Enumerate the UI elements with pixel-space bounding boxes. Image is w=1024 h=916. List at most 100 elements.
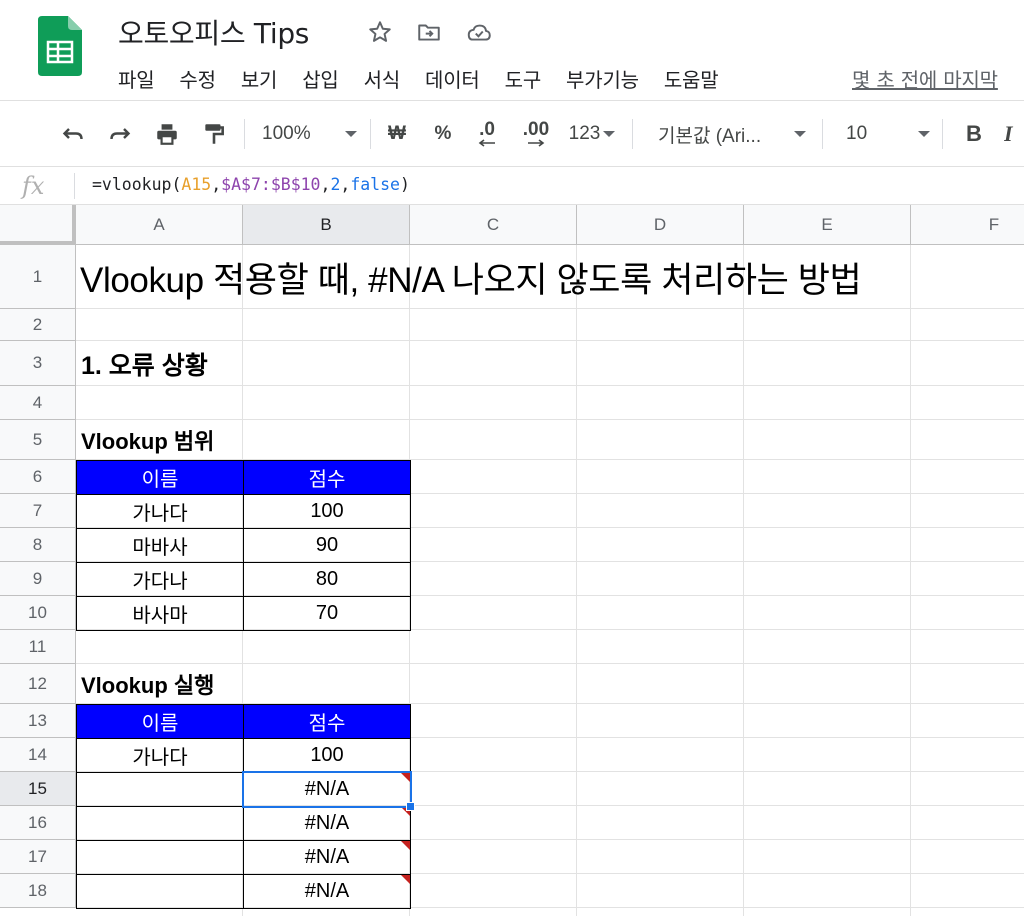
font-family-select[interactable]: 기본값 (Ari...: [658, 101, 806, 167]
percent-label: %: [434, 123, 452, 144]
error-indicator-icon[interactable]: [401, 773, 410, 782]
bold-button[interactable]: B: [960, 101, 988, 167]
row-header-5[interactable]: 5: [0, 420, 76, 460]
cell-A18[interactable]: [76, 874, 244, 909]
cell-B9[interactable]: 80: [243, 562, 411, 597]
menu-data[interactable]: 데이터: [425, 64, 480, 92]
row-header-9[interactable]: 9: [0, 562, 76, 596]
cell-B7[interactable]: 100: [243, 494, 411, 529]
cell-A1-sheet-title[interactable]: Vlookup 적용할 때, #N/A 나오지 않도록 처리하는 방법: [80, 245, 862, 309]
formula-token: false: [350, 175, 400, 194]
menu-view[interactable]: 보기: [241, 64, 278, 92]
column-header-f[interactable]: F: [911, 205, 1024, 245]
row-header-10[interactable]: 10: [0, 596, 76, 630]
row-header-1[interactable]: 1: [0, 245, 76, 309]
exec-table-header-B13[interactable]: 점수: [243, 704, 411, 739]
range-table-header-A6[interactable]: 이름: [76, 460, 244, 495]
menu-insert[interactable]: 삽입: [302, 64, 339, 92]
undo-icon[interactable]: [56, 101, 90, 167]
percent-format-button[interactable]: %: [428, 101, 458, 167]
menu-format[interactable]: 서식: [364, 64, 401, 92]
cloud-saved-icon[interactable]: [465, 18, 493, 46]
cell-B17[interactable]: #N/A: [243, 840, 411, 875]
row-header-3[interactable]: 3: [0, 341, 76, 386]
cell-B16[interactable]: #N/A: [243, 806, 411, 841]
column-header-a[interactable]: A: [76, 205, 243, 245]
menu-help[interactable]: 도움말: [664, 64, 719, 92]
row-header-7[interactable]: 7: [0, 494, 76, 528]
column-header-d[interactable]: D: [577, 205, 744, 245]
redo-icon[interactable]: [103, 101, 137, 167]
move-to-folder-icon[interactable]: [415, 18, 443, 46]
menu-tools[interactable]: 도구: [505, 64, 542, 92]
menu-file[interactable]: 파일: [118, 64, 155, 92]
column-header-c[interactable]: C: [410, 205, 577, 245]
menu-addons[interactable]: 부가기능: [566, 64, 639, 92]
cell-A3-section-heading[interactable]: 1. 오류 상황: [81, 341, 208, 386]
font-family-label: 기본값 (Ari...: [658, 125, 762, 147]
error-indicator-icon[interactable]: [401, 875, 410, 884]
row-header-6[interactable]: 6: [0, 460, 76, 494]
zoom-select[interactable]: 100%: [262, 101, 357, 167]
row-header-15[interactable]: 15: [0, 772, 76, 806]
font-size-label: 10: [846, 123, 868, 144]
cell-B10[interactable]: 70: [243, 596, 411, 631]
print-icon[interactable]: [149, 101, 185, 167]
menu-bar: 파일 수정 보기 삽입 서식 데이터 도구 부가기능 도움말: [118, 64, 743, 92]
row-header-14[interactable]: 14: [0, 738, 76, 772]
sheets-logo-icon[interactable]: [38, 16, 82, 76]
fill-handle[interactable]: [406, 802, 415, 811]
column-header-b[interactable]: B: [243, 205, 410, 245]
column-header-e[interactable]: E: [744, 205, 911, 245]
arrow-left-icon: [478, 139, 495, 147]
document-title[interactable]: 오토오피스 Tips: [118, 12, 309, 52]
formula-token: 2: [330, 175, 341, 194]
star-icon[interactable]: [366, 18, 394, 46]
last-edit-link[interactable]: 몇 초 전에 마지막: [852, 64, 998, 93]
cell-B14[interactable]: 100: [243, 738, 411, 773]
row-header-4[interactable]: 4: [0, 386, 76, 420]
cell-B15[interactable]: #N/A: [243, 772, 411, 807]
cell-A15[interactable]: [76, 772, 244, 807]
italic-button[interactable]: I: [1004, 101, 1024, 167]
formula-token: ): [399, 175, 410, 194]
spreadsheet-grid: ABCDEF 1 2 3 4 5 6 7 8 9 10 11 12 13 14 15 16 17 18 Vlook…: [0, 205, 1024, 916]
cell-A9[interactable]: 가다나: [76, 562, 244, 597]
cell-A12-exec-title[interactable]: Vlookup 실행: [81, 664, 214, 704]
row-header-16[interactable]: 16: [0, 806, 76, 840]
currency-format-button[interactable]: ₩: [382, 101, 412, 167]
cell-A17[interactable]: [76, 840, 244, 875]
error-indicator-icon[interactable]: [401, 841, 410, 850]
row-header-17[interactable]: 17: [0, 840, 76, 874]
fx-icon: fx: [22, 172, 45, 200]
cell-B18[interactable]: #N/A: [243, 874, 411, 909]
row-header-11[interactable]: 11: [0, 630, 76, 664]
cell-A5-range-title[interactable]: Vlookup 범위: [81, 420, 214, 460]
formula-token: ,: [340, 175, 351, 194]
range-table-header-B6[interactable]: 점수: [243, 460, 411, 495]
paint-format-icon[interactable]: [197, 101, 231, 167]
toolbar-divider: [244, 119, 245, 149]
formula-input[interactable]: =vlookup(A15,$A$7:$B$10,2,false): [92, 175, 410, 194]
row-header-13[interactable]: 13: [0, 704, 76, 738]
cell-A8[interactable]: 마바사: [76, 528, 244, 563]
cell-A7[interactable]: 가나다: [76, 494, 244, 529]
cell-A14[interactable]: 가나다: [76, 738, 244, 773]
cell-A10[interactable]: 바사마: [76, 596, 244, 631]
formula-token: =vlookup(: [92, 175, 182, 194]
select-all-corner[interactable]: [0, 205, 76, 245]
row-header-2[interactable]: 2: [0, 309, 76, 341]
toolbar-divider: [822, 119, 823, 149]
increase-decimal-button[interactable]: .00: [516, 101, 556, 167]
cell-B8[interactable]: 90: [243, 528, 411, 563]
row-header-18[interactable]: 18: [0, 874, 76, 908]
cell-A16[interactable]: [76, 806, 244, 841]
number-format-select[interactable]: 123: [564, 101, 620, 167]
zoom-value: 100%: [262, 123, 311, 144]
decrease-decimal-button[interactable]: .0: [468, 101, 506, 167]
menu-edit[interactable]: 수정: [179, 64, 216, 92]
row-header-12[interactable]: 12: [0, 664, 76, 704]
row-header-8[interactable]: 8: [0, 528, 76, 562]
font-size-select[interactable]: 10: [846, 101, 930, 167]
exec-table-header-A13[interactable]: 이름: [76, 704, 244, 739]
